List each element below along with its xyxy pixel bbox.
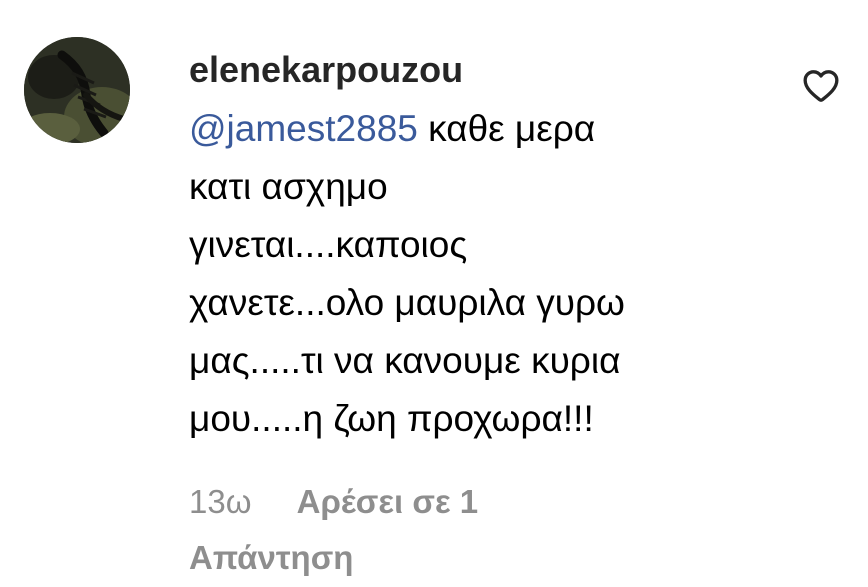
comment-text-line: @jamest2885 καθε μερα bbox=[189, 100, 749, 158]
mention-link[interactable]: @jamest2885 bbox=[189, 108, 418, 149]
comment-text-line: μας.....τι να κανουμε κυρια bbox=[189, 340, 621, 381]
heart-outline-icon bbox=[803, 70, 839, 102]
comment-username[interactable]: elenekarpouzou bbox=[189, 46, 789, 94]
avatar-image bbox=[24, 37, 130, 143]
comment-time: 13ω bbox=[189, 483, 252, 520]
comment-body: elenekarpouzou @jamest2885 καθε μερα κατ… bbox=[189, 46, 789, 448]
avatar[interactable] bbox=[24, 37, 130, 143]
comment-meta: 13ω Αρέσει σε 1 bbox=[189, 480, 478, 524]
comment-text: @jamest2885 καθε μερα κατι ασχημο γινετα… bbox=[189, 100, 749, 448]
comment-text-line: κατι ασχημο bbox=[189, 166, 388, 207]
comment-text-line: μου.....η ζωη προχωρα!!! bbox=[189, 398, 594, 439]
comment-text-line: γινεται....καποιος bbox=[189, 224, 468, 265]
comment-text-line: χανετε...ολο μαυριλα γυρω bbox=[189, 282, 625, 323]
comment-text-segment: καθε μερα bbox=[417, 108, 596, 149]
comment-item: elenekarpouzou @jamest2885 καθε μερα κατ… bbox=[0, 0, 868, 587]
comment-likes-button[interactable]: Αρέσει σε 1 bbox=[297, 483, 478, 520]
reply-button[interactable]: Απάντηση bbox=[189, 536, 353, 580]
like-button[interactable] bbox=[801, 66, 841, 106]
